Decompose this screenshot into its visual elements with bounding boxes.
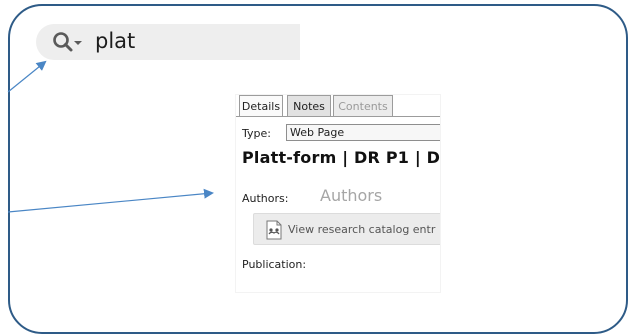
authors-field[interactable]: Authors bbox=[320, 186, 382, 205]
item-title[interactable]: Platt-form | DR P1 | D bbox=[242, 148, 440, 167]
item-pane: Details Notes Contents Type: Web Page Pl… bbox=[236, 95, 440, 292]
catalog-document-icon bbox=[266, 220, 282, 240]
view-catalog-label: View research catalog entr bbox=[288, 223, 436, 236]
search-dropdown-icon[interactable] bbox=[52, 30, 84, 54]
authors-label: Authors: bbox=[242, 192, 289, 205]
publication-label: Publication: bbox=[242, 258, 307, 271]
tab-strip-divider bbox=[236, 116, 440, 117]
type-select[interactable]: Web Page bbox=[286, 124, 440, 141]
search-input[interactable]: plat bbox=[95, 29, 135, 53]
tab-details[interactable]: Details bbox=[239, 95, 283, 117]
view-catalog-button[interactable]: View research catalog entr bbox=[253, 213, 440, 245]
tab-contents[interactable]: Contents bbox=[333, 95, 393, 116]
type-label: Type: bbox=[242, 127, 271, 140]
tab-notes[interactable]: Notes bbox=[287, 95, 331, 116]
